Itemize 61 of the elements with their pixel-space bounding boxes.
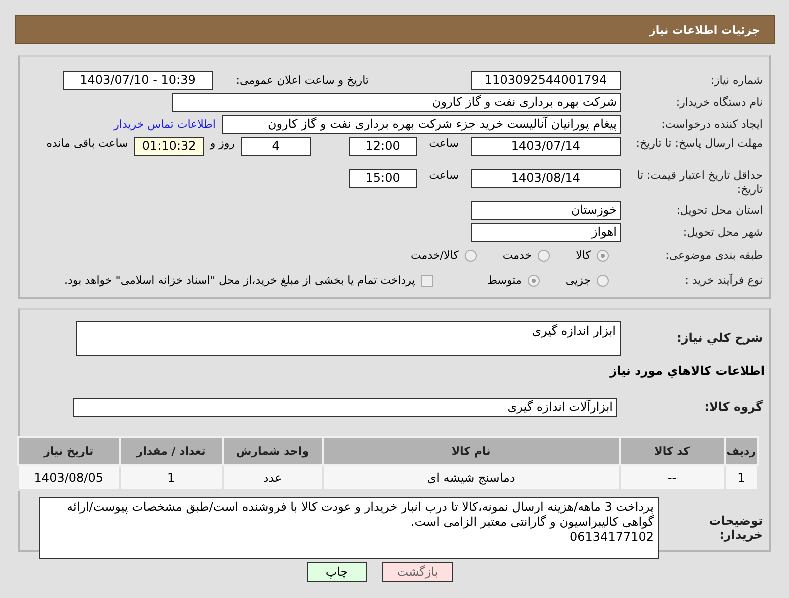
field-label: شهر محل تحویل: bbox=[682, 226, 764, 238]
field-label: استان محل تحویل: bbox=[676, 204, 764, 216]
table-cell: دماسنج شیشه ای bbox=[322, 465, 620, 490]
contact-link[interactable]: اطلاعات تماس خریدار bbox=[114, 118, 216, 130]
text-field[interactable]: 12:00 bbox=[349, 137, 418, 156]
print-button[interactable]: چاپ bbox=[306, 562, 368, 582]
table-cell: عدد bbox=[222, 465, 323, 490]
text-field[interactable]: خوزستان bbox=[471, 200, 621, 220]
page-title: جزئیات اطلاعات نیاز bbox=[15, 15, 775, 44]
field-text: متوسط bbox=[487, 274, 522, 287]
column-header: نام کالا bbox=[322, 437, 620, 465]
text-field[interactable]: 1403/08/14 bbox=[471, 169, 621, 188]
field-text: ساعت bbox=[429, 169, 459, 182]
text-field[interactable]: ابزارآلات اندازه گیری bbox=[73, 398, 617, 416]
field-label: نام دستگاه خریدار: bbox=[675, 96, 764, 108]
field-text: ساعت باقی مانده bbox=[46, 137, 128, 150]
text-field[interactable]: 1403/07/14 bbox=[471, 137, 621, 156]
radio-button[interactable] bbox=[597, 274, 609, 286]
table-cell: 1403/08/05 bbox=[18, 465, 120, 490]
table-cell: 1 bbox=[724, 465, 758, 490]
field-label: شرح کلي نياز: bbox=[676, 331, 764, 345]
field-label: مهلت ارسال پاسخ: تا تاریخ: bbox=[635, 137, 764, 151]
field-text: کالا/خدمت bbox=[411, 249, 459, 262]
notes-field[interactable]: پرداخت 3 ماهه/هزینه ارسال نمونه،کالا تا درب انبار خریدار و عودت کالا با فروشنده است/طبق مشخصات پیوست/ارائه گواهی کالیبراسیون و گارانتی معتبر الزامی است. 06134177102 bbox=[39, 497, 659, 559]
checkbox[interactable] bbox=[421, 274, 434, 286]
text-field[interactable]: 1103092544001794 bbox=[471, 70, 621, 90]
column-header: کد کالا bbox=[620, 437, 725, 465]
field-text: خدمت bbox=[502, 249, 532, 262]
field-label: توضیحات خریدار: bbox=[708, 514, 764, 542]
column-header: تاریخ نیاز bbox=[18, 437, 120, 465]
text-field[interactable]: 1403/07/10 - 10:39 bbox=[63, 70, 213, 90]
column-header: تعداد / مقدار bbox=[120, 437, 223, 465]
radio-button[interactable] bbox=[464, 250, 477, 262]
field-text: ساعت bbox=[429, 137, 459, 150]
field-label: نوع فرآیند خرید : bbox=[684, 274, 764, 287]
column-header: ردیف bbox=[724, 437, 758, 465]
column-header: واحد شمارش bbox=[222, 437, 323, 465]
field-label: ایجاد کننده درخواست: bbox=[660, 118, 764, 130]
field-text: تاریخ و ساعت اعلان عمومی: bbox=[235, 74, 369, 86]
back-button[interactable]: بازگشت bbox=[382, 562, 454, 582]
countdown-field[interactable]: 01:10:32 bbox=[134, 137, 204, 156]
field-text: جزیی bbox=[566, 274, 591, 287]
section-heading: اطلاعات کالاهاي مورد نياز bbox=[610, 364, 766, 378]
field-label: طبقه بندی موضوعی: bbox=[664, 249, 764, 262]
field-label: گروه کالا: bbox=[704, 400, 764, 414]
field-text: پرداخت تمام یا بخشی از مبلغ خرید،از محل "اسناد خزانه اسلامی" خواهد بود. bbox=[64, 274, 416, 287]
radio-button[interactable] bbox=[538, 250, 550, 262]
field-label: شماره نیاز: bbox=[710, 74, 764, 86]
description-field[interactable]: ابزار اندازه گیری bbox=[76, 320, 621, 356]
text-field[interactable]: 15:00 bbox=[349, 169, 418, 188]
text-field[interactable]: شرکت بهره برداری نفت و گاز کارون bbox=[172, 92, 621, 112]
field-label: حداقل تاریخ اعتبار قیمت: تا تاریخ: bbox=[636, 169, 764, 197]
text-field[interactable]: پیغام پورانیان آنالیست خرید جزء شرکت بهره برداری نفت و گاز کارون bbox=[222, 114, 621, 134]
table-cell: -- bbox=[620, 465, 725, 490]
table-cell: 1 bbox=[120, 465, 223, 490]
field-text: روز و bbox=[210, 137, 236, 150]
radio-button[interactable] bbox=[597, 250, 609, 262]
field-text: کالا bbox=[576, 249, 591, 262]
text-field[interactable]: 4 bbox=[241, 137, 312, 156]
text-field[interactable]: اهواز bbox=[471, 222, 621, 242]
radio-button[interactable] bbox=[528, 274, 540, 286]
